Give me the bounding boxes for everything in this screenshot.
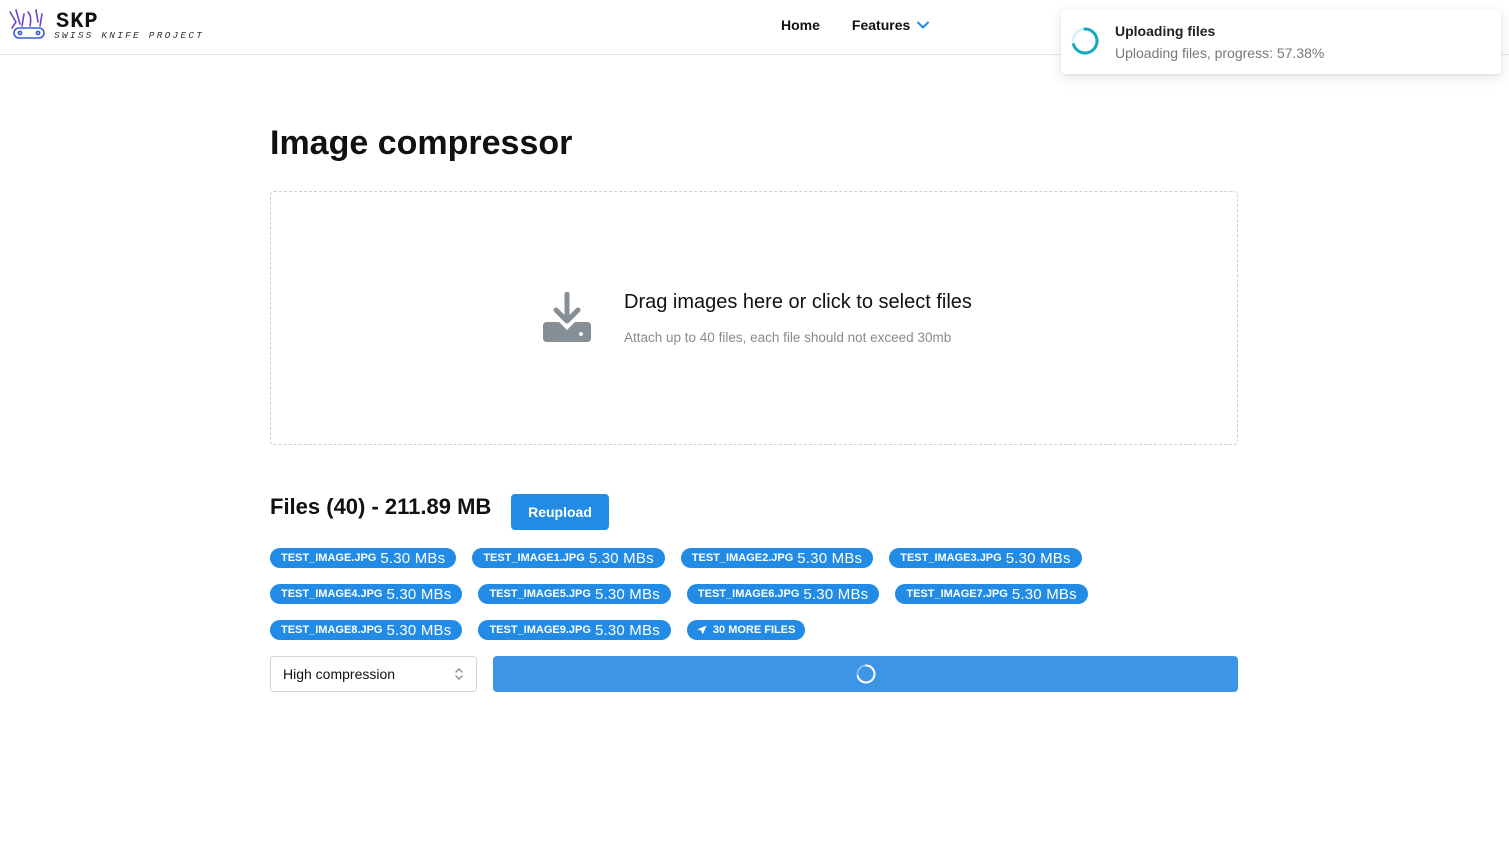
brand-subtitle: SWISS KNIFE PROJECT — [54, 30, 205, 41]
file-size: 5.30 MBs — [594, 621, 660, 639]
page-title: Image compressor — [270, 124, 573, 162]
file-badge: test_image6.jpg 5.30 MBs — [686, 584, 880, 604]
file-size: 5.30 MBs — [1011, 585, 1077, 603]
toast-message: Uploading files, progress: 57.38% — [1115, 45, 1325, 61]
file-name: test_image4.jpg — [281, 588, 383, 600]
file-badge: test_image.jpg 5.30 MBs — [270, 548, 457, 568]
more-files-badge[interactable]: 30 more files — [686, 620, 806, 640]
file-size: 5.30 MBs — [386, 585, 452, 603]
file-badge: test_image9.jpg 5.30 MBs — [478, 620, 671, 640]
file-badge: test_image8.jpg 5.30 MBs — [270, 620, 463, 640]
chevron-down-icon — [917, 21, 930, 29]
file-name: test_image3.jpg — [900, 552, 1002, 564]
nav-home-label: Home — [781, 17, 820, 33]
file-size: 5.30 MBs — [588, 549, 654, 567]
send-arrow-icon — [697, 625, 707, 635]
files-heading: Files (40) - 211.89 MB — [270, 494, 492, 519]
file-name: test_image9.jpg — [489, 624, 591, 636]
image-dropzone[interactable]: Drag images here or click to select file… — [270, 191, 1238, 445]
compression-select-value: High compression — [283, 666, 396, 682]
file-size: 5.30 MBs — [386, 621, 452, 639]
compression-select[interactable]: High compression — [270, 656, 477, 692]
toast-title: Uploading files — [1115, 23, 1216, 39]
nav-features-label: Features — [851, 17, 911, 33]
dropzone-title: Drag images here or click to select file… — [624, 291, 972, 313]
file-badge: test_image4.jpg 5.30 MBs — [270, 584, 463, 604]
nav-home[interactable]: Home — [781, 17, 820, 33]
nav-features[interactable]: Features — [852, 17, 930, 33]
file-name: test_image8.jpg — [281, 624, 383, 636]
file-badge: test_image7.jpg 5.30 MBs — [895, 584, 1088, 604]
file-name: test_image5.jpg — [489, 588, 591, 600]
file-badge: test_image1.jpg 5.30 MBs — [472, 548, 665, 568]
loader-icon — [1071, 27, 1099, 55]
swiss-knife-logo-icon — [9, 9, 45, 39]
loader-icon — [856, 664, 875, 684]
more-files-label: 30 more files — [712, 624, 796, 636]
dropzone-hint: Attach up to 40 files, each file should … — [624, 330, 952, 345]
compress-button[interactable] — [493, 656, 1238, 692]
file-size: 5.30 MBs — [797, 549, 863, 567]
file-name: test_image.jpg — [281, 552, 377, 564]
file-badges: test_image.jpg 5.30 MBs test_image1.jpg … — [270, 548, 1150, 656]
file-name: test_image2.jpg — [691, 552, 794, 564]
reupload-button[interactable]: Reupload — [511, 494, 609, 530]
file-badge: test_image3.jpg 5.30 MBs — [889, 548, 1082, 568]
file-badge: test_image5.jpg 5.30 MBs — [478, 584, 671, 604]
file-size: 5.30 MBs — [380, 549, 446, 567]
file-size: 5.30 MBs — [1005, 549, 1071, 567]
file-size: 5.30 MBs — [594, 585, 660, 603]
upload-toast: Uploading files Uploading files, progres… — [1061, 10, 1501, 74]
main-nav: Home Features — [781, 17, 930, 33]
brand-logo[interactable]: SKP SWISS KNIFE PROJECT — [6, 6, 216, 46]
badge-row: test_image.jpg 5.30 MBs test_image1.jpg … — [270, 548, 1150, 568]
badge-row: test_image4.jpg 5.30 MBs test_image5.jpg… — [270, 584, 1150, 604]
selector-icon — [455, 668, 463, 680]
file-name: test_image7.jpg — [906, 588, 1008, 600]
file-badge: test_image2.jpg 5.30 MBs — [680, 548, 874, 568]
download-tray-icon — [543, 292, 591, 342]
file-size: 5.30 MBs — [803, 585, 869, 603]
file-name: test_image1.jpg — [483, 552, 585, 564]
file-name: test_image6.jpg — [697, 588, 800, 600]
badge-row: test_image8.jpg 5.30 MBs test_image9.jpg… — [270, 620, 1150, 640]
